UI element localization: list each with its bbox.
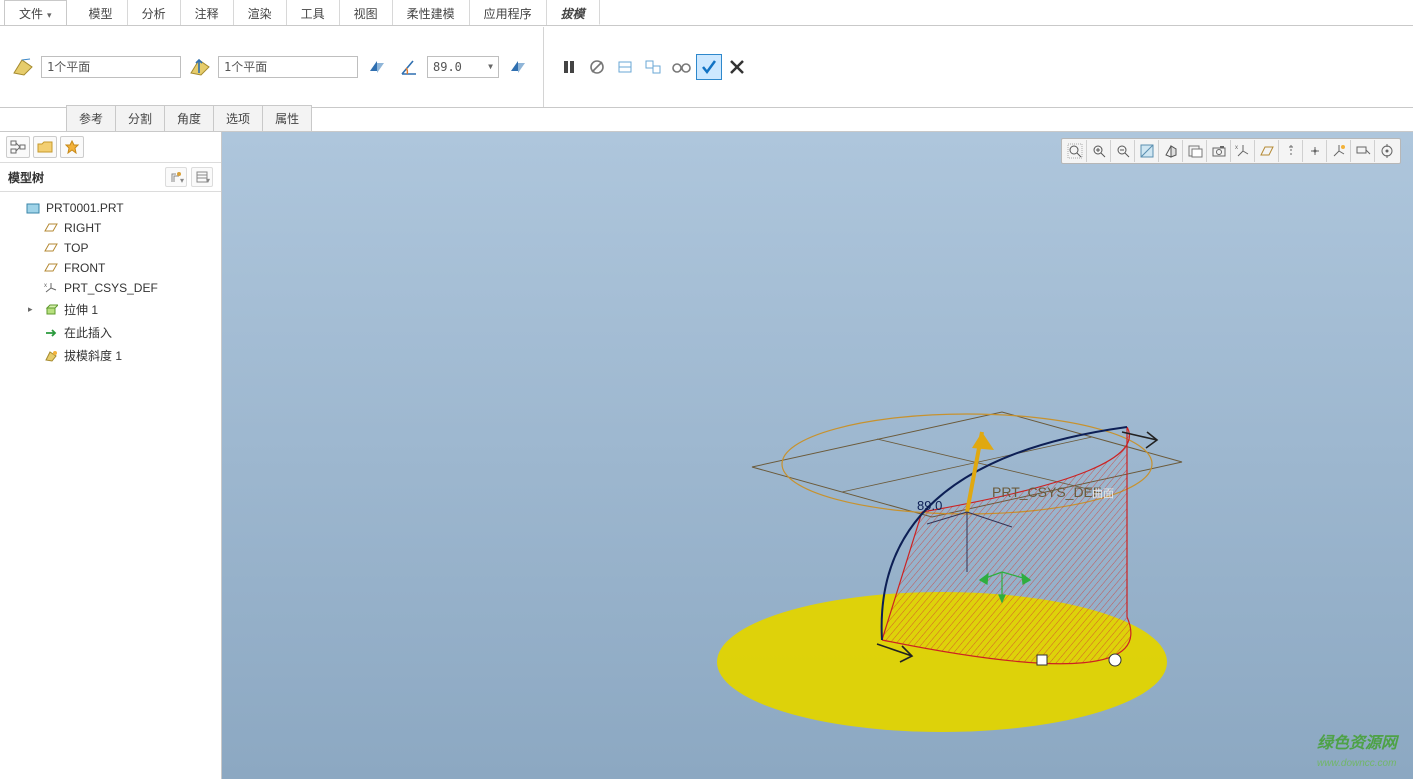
sidebar: 模型树 PRT0001.PRT RIGHT TOP FRONT xPRT_CSY… bbox=[0, 132, 222, 779]
glasses-icon[interactable] bbox=[668, 54, 694, 80]
ribbon: 89.0▼ bbox=[0, 26, 1413, 108]
menu-flex[interactable]: 柔性建模 bbox=[393, 0, 470, 25]
cancel-icon[interactable] bbox=[724, 54, 750, 80]
menu-tools[interactable]: 工具 bbox=[287, 0, 340, 25]
flip-direction-icon[interactable] bbox=[364, 54, 390, 80]
csys-icon: x bbox=[43, 281, 59, 295]
svg-text:x: x bbox=[44, 283, 47, 289]
sidebar-tab-folder-icon[interactable] bbox=[33, 136, 57, 158]
menu-draft[interactable]: 拔模 bbox=[547, 0, 600, 25]
menu-apps[interactable]: 应用程序 bbox=[470, 0, 547, 25]
tree-show-icon[interactable] bbox=[191, 167, 213, 187]
scene-csys-label: PRT_CSYS_DEF bbox=[992, 484, 1101, 500]
sidebar-tab-favorites-icon[interactable] bbox=[60, 136, 84, 158]
subtab-options[interactable]: 选项 bbox=[213, 105, 263, 131]
attach-preview-icon[interactable] bbox=[612, 54, 638, 80]
sidebar-tab-modeltree-icon[interactable] bbox=[6, 136, 30, 158]
viewport-3d[interactable]: x bbox=[222, 132, 1413, 779]
menu-model[interactable]: 模型 bbox=[75, 0, 128, 25]
menu-render[interactable]: 渲染 bbox=[234, 0, 287, 25]
ribbon-subtabs: 参考 分割 角度 选项 属性 bbox=[0, 108, 1413, 132]
flip-angle-icon[interactable] bbox=[505, 54, 531, 80]
subtab-references[interactable]: 参考 bbox=[66, 105, 116, 131]
tree-item-insert[interactable]: 在此插入 bbox=[4, 321, 217, 344]
separate-preview-icon[interactable] bbox=[640, 54, 666, 80]
insert-here-icon bbox=[43, 326, 59, 340]
draft-icon bbox=[43, 349, 59, 363]
pull-direction-input[interactable] bbox=[218, 56, 358, 78]
tree-item-front[interactable]: FRONT bbox=[4, 258, 217, 278]
scene-angle-label: 89.0 bbox=[917, 498, 942, 513]
pause-icon[interactable] bbox=[556, 54, 582, 80]
draft-surface-input[interactable] bbox=[41, 56, 181, 78]
watermark: 绿色资源网www.downcc.com bbox=[1317, 729, 1397, 771]
tree-root[interactable]: PRT0001.PRT bbox=[4, 198, 217, 218]
tree-item-top[interactable]: TOP bbox=[4, 238, 217, 258]
plane-icon bbox=[43, 261, 59, 275]
menu-file[interactable]: 文件 bbox=[4, 0, 67, 25]
tree-item-csys[interactable]: xPRT_CSYS_DEF bbox=[4, 278, 217, 298]
main-menubar: 文件 模型 分析 注释 渲染 工具 视图 柔性建模 应用程序 拔模 bbox=[0, 0, 1413, 26]
part-icon bbox=[25, 201, 41, 215]
angle-icon[interactable] bbox=[396, 54, 422, 80]
angle-input[interactable]: 89.0▼ bbox=[427, 56, 499, 78]
plane-icon bbox=[43, 221, 59, 235]
tree-item-right[interactable]: RIGHT bbox=[4, 218, 217, 238]
handle-circle[interactable] bbox=[1109, 654, 1121, 666]
sidebar-title: 模型树 bbox=[8, 169, 44, 186]
pull-direction-icon[interactable] bbox=[187, 54, 213, 80]
handle-square[interactable] bbox=[1037, 655, 1047, 665]
tree-item-draft[interactable]: 拔模斜度 1 bbox=[4, 344, 217, 367]
model-tree: PRT0001.PRT RIGHT TOP FRONT xPRT_CSYS_DE… bbox=[0, 192, 221, 373]
menu-analysis[interactable]: 分析 bbox=[128, 0, 181, 25]
extrude-icon bbox=[43, 303, 59, 317]
subtab-angle[interactable]: 角度 bbox=[164, 105, 214, 131]
subtab-properties[interactable]: 属性 bbox=[262, 105, 312, 131]
feature-controls bbox=[556, 54, 750, 80]
scene-3d: PRT_CSYS_DEF 89.0 曲面 bbox=[222, 132, 1413, 779]
accept-icon[interactable] bbox=[696, 54, 722, 80]
subtab-split[interactable]: 分割 bbox=[115, 105, 165, 131]
draft-surface-icon[interactable] bbox=[10, 54, 36, 80]
menu-view[interactable]: 视图 bbox=[340, 0, 393, 25]
plane-icon bbox=[43, 241, 59, 255]
tree-settings-icon[interactable] bbox=[165, 167, 187, 187]
scene-face-label: 曲面 bbox=[1092, 487, 1114, 500]
menu-annotate[interactable]: 注释 bbox=[181, 0, 234, 25]
tree-item-extrude[interactable]: ▸拉伸 1 bbox=[4, 298, 217, 321]
no-preview-icon[interactable] bbox=[584, 54, 610, 80]
